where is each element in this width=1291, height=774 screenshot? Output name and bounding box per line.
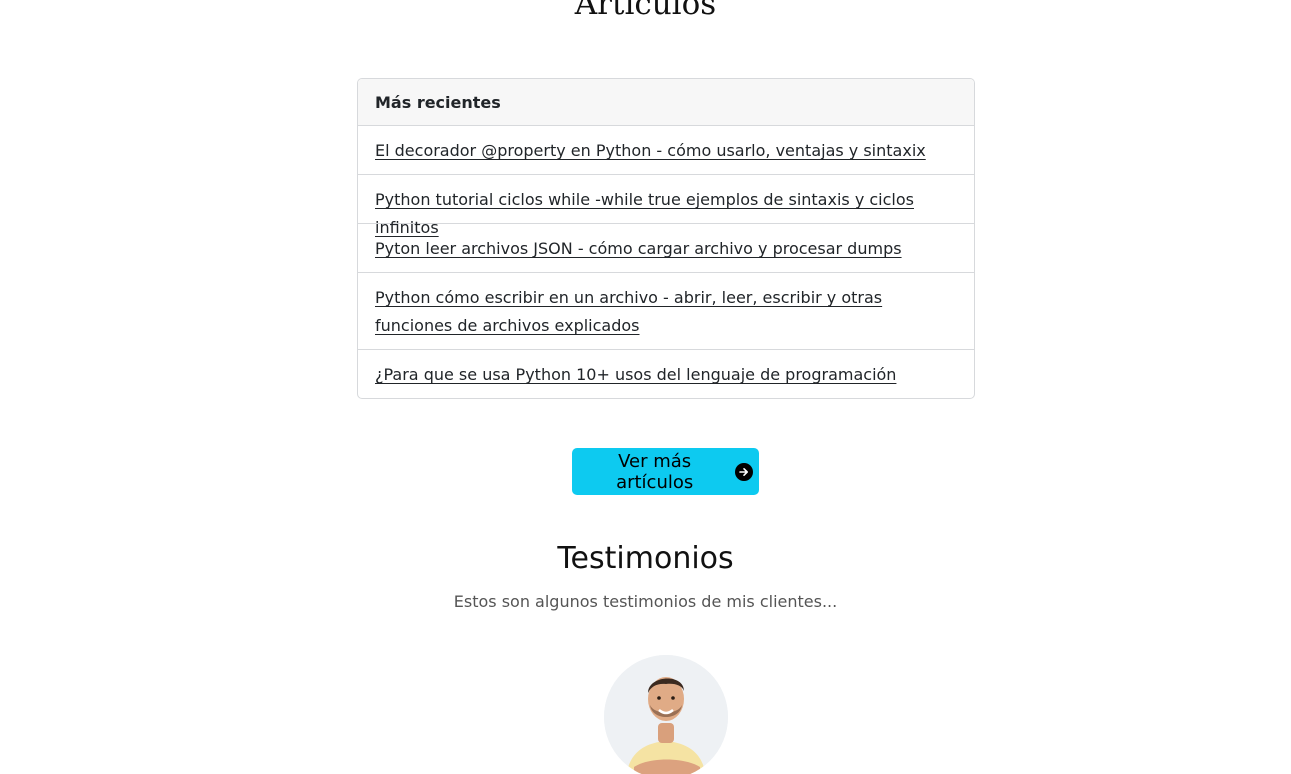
article-link[interactable]: Pyton leer archivos JSON - cómo cargar a… <box>375 239 902 258</box>
article-link[interactable]: El decorador @property en Python - cómo … <box>375 141 926 160</box>
card-header: Más recientes <box>358 79 974 126</box>
list-item: Python tutorial ciclos while -while true… <box>358 175 974 237</box>
list-item: Pyton leer archivos JSON - cómo cargar a… <box>358 224 974 273</box>
recent-articles-card: Más recientes El decorador @property en … <box>357 78 975 399</box>
articles-title: Artículos <box>574 0 717 22</box>
article-link[interactable]: Python cómo escribir en un archivo - abr… <box>375 288 882 335</box>
article-link[interactable]: ¿Para que se usa Python 10+ usos del len… <box>375 365 896 384</box>
testimonials-subtitle: Estos son algunos testimonios de mis cli… <box>453 592 838 611</box>
person-photo <box>604 655 728 774</box>
avatar <box>604 655 728 774</box>
more-articles-label: Ver más artículos <box>616 450 694 493</box>
list-item: El decorador @property en Python - cómo … <box>358 126 974 175</box>
list-item: ¿Para que se usa Python 10+ usos del len… <box>358 350 974 398</box>
arrow-right-circle-icon <box>735 462 753 481</box>
list-item: Python cómo escribir en un archivo - abr… <box>358 273 974 350</box>
page: Artículos Más recientes El decorador @pr… <box>0 0 1291 774</box>
testimonials-title: Testimonios <box>557 541 734 576</box>
more-articles-button[interactable]: Ver más artículos <box>572 448 759 495</box>
